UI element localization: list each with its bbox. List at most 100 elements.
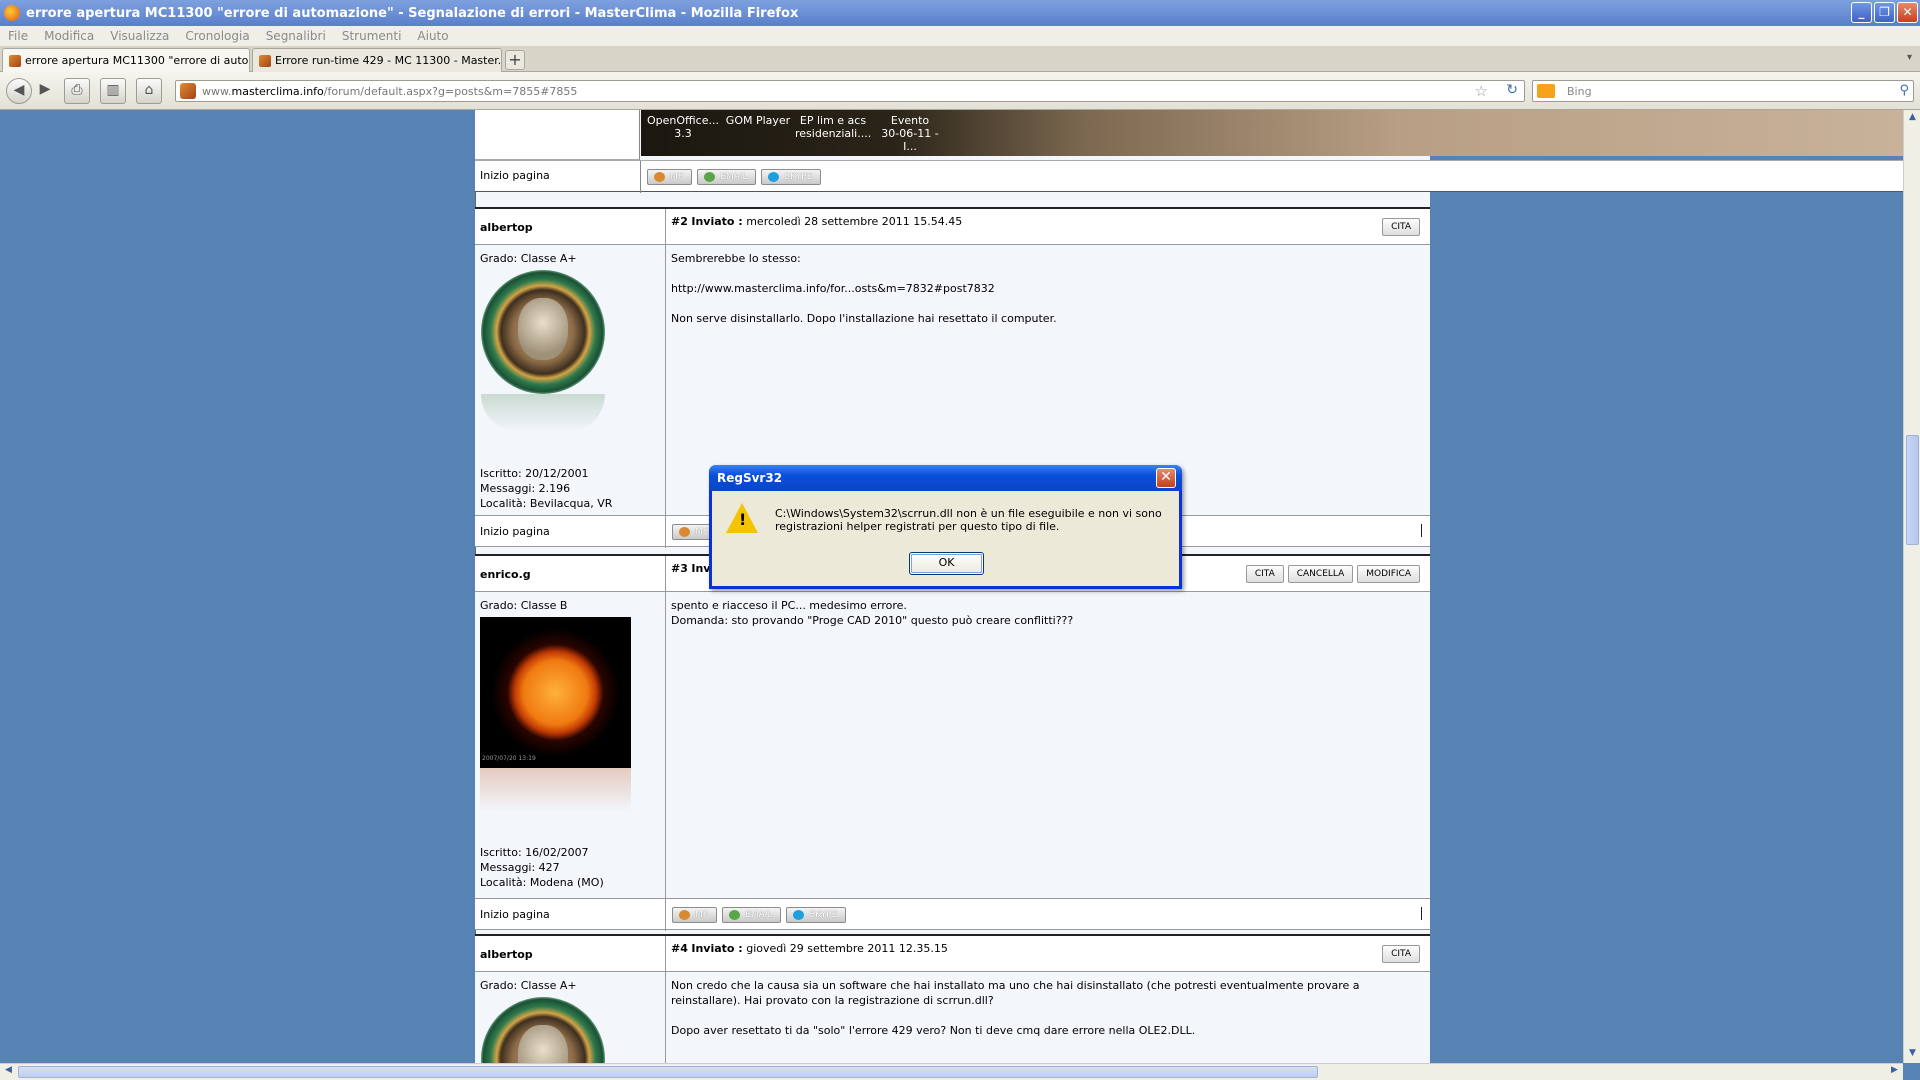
text-cursor xyxy=(1421,524,1422,537)
email-button[interactable]: EMAIL xyxy=(722,907,782,923)
author-joined: Iscritto: 16/02/2007 xyxy=(480,846,589,859)
back-to-top-link[interactable]: Inizio pagina xyxy=(480,525,550,538)
menu-modifica[interactable]: Modifica xyxy=(44,29,94,43)
print-button[interactable]: ⎙ xyxy=(64,78,90,104)
window-controls: _ ❐ ✕ xyxy=(1851,2,1918,23)
post-number: #3 xyxy=(671,562,688,575)
stats-button[interactable]: ▥ xyxy=(100,78,126,104)
quote-button[interactable]: CITA xyxy=(1382,218,1420,236)
menu-visualizza[interactable]: Visualizza xyxy=(110,29,169,43)
forward-button[interactable]: ▶ xyxy=(32,78,58,104)
reload-icon[interactable]: ↻ xyxy=(1506,82,1518,98)
dialog-title: RegSvr32 xyxy=(709,465,1182,491)
skype-button[interactable]: SKYPE xyxy=(761,169,822,185)
divider xyxy=(665,899,666,931)
dialog-message: C:\Windows\System32\scrrun.dll non è un … xyxy=(775,507,1162,533)
menu-file[interactable]: File xyxy=(8,29,28,43)
author-grade: Grado: Classe A+ xyxy=(480,252,577,265)
contact-buttons: MP EMAIL SKYPE xyxy=(672,907,847,923)
menu-bar: File Modifica Visualizza Cronologia Segn… xyxy=(0,26,1920,46)
contact-buttons: MP EMAIL SKYPE xyxy=(647,169,822,185)
back-to-top-link[interactable]: Inizio pagina xyxy=(480,169,550,182)
avatar-reflection xyxy=(480,768,631,812)
pm-button[interactable]: MP xyxy=(647,169,693,185)
pm-button[interactable]: MP xyxy=(672,907,718,923)
post-author[interactable]: enrico.g xyxy=(480,568,531,581)
new-tab-button[interactable]: + xyxy=(505,50,525,70)
delete-button[interactable]: CANCELLA xyxy=(1287,565,1354,583)
quote-button[interactable]: CITA xyxy=(1245,565,1284,583)
close-window-button[interactable]: ✕ xyxy=(1897,2,1918,23)
firefox-icon xyxy=(4,5,20,21)
menu-aiuto[interactable]: Aiuto xyxy=(417,29,448,43)
scroll-left-icon[interactable]: ◀ xyxy=(2,1065,15,1078)
url-prefix: www. xyxy=(202,84,232,98)
minimize-button[interactable]: _ xyxy=(1851,2,1872,23)
post-body: Grado: Classe A+ Non credo che la causa … xyxy=(475,972,1430,1063)
post-footer-row: Inizio pagina MP EMAIL SKYPE xyxy=(475,898,1430,931)
post-body: Grado: Classe B 2007/07/20 13:19 Iscritt… xyxy=(475,592,1430,898)
warning-mark: ! xyxy=(739,510,747,529)
bing-engine-icon[interactable] xyxy=(1537,84,1555,98)
url-bar[interactable]: www. masterclima.info/forum/default.aspx?… xyxy=(175,80,1525,102)
menu-strumenti[interactable]: Strumenti xyxy=(342,29,402,43)
post-text: spento e riacceso il PC... medesimo erro… xyxy=(671,598,1416,628)
banner-tile-openoffice[interactable]: OpenOffice... 3.3 xyxy=(647,114,719,140)
ok-button[interactable]: OK xyxy=(909,552,984,575)
author-profile: Grado: Classe A+ xyxy=(480,978,660,1063)
banner-tile-gom-player[interactable]: GOM Player xyxy=(723,114,793,127)
post-header: albertop #2 Inviato : mercoledì 28 sette… xyxy=(475,209,1430,245)
email-button[interactable]: EMAIL xyxy=(697,169,757,185)
post-footer-row: Inizio pagina MP EMAIL SKYPE xyxy=(475,160,1903,193)
menu-segnalibri[interactable]: Segnalibri xyxy=(266,29,326,43)
post-actions: CITA xyxy=(1382,945,1420,963)
author-profile: Grado: Classe A+ Iscritto: 20/12/2001 Me… xyxy=(480,251,660,511)
post-text: Sembrerebbe lo stesso: http://www.master… xyxy=(671,251,1416,341)
skype-button[interactable]: SKYPE xyxy=(786,907,847,923)
post-link[interactable]: http://www.masterclima.info/for...osts&m… xyxy=(671,281,1416,296)
tab-label: Errore run-time 429 - MC 11300 - Master.… xyxy=(275,54,502,67)
url-path: /forum/default.aspx?g=posts&m=7855#7855 xyxy=(323,84,578,98)
tab-list-icon[interactable]: ▾ xyxy=(1907,52,1912,63)
avatar-reflection xyxy=(481,394,605,432)
post-actions: CITA CANCELLA MODIFICA xyxy=(1245,565,1420,583)
warning-icon: ! xyxy=(726,503,758,533)
home-button[interactable]: ⌂ xyxy=(136,78,162,104)
author-joined: Iscritto: 20/12/2001 xyxy=(480,467,589,480)
scroll-right-icon[interactable]: ▶ xyxy=(1888,1065,1901,1078)
horizontal-scrollbar[interactable]: ◀ ▶ xyxy=(0,1063,1903,1080)
navigation-toolbar: ◀ ▶ ⎙ ▥ ⌂ www. masterclima.info/forum/def… xyxy=(0,72,1920,110)
divider xyxy=(640,161,641,193)
tab-errore-runtime[interactable]: Errore run-time 429 - MC 11300 - Master.… xyxy=(252,48,502,72)
back-button[interactable]: ◀ xyxy=(6,78,32,104)
post-text: Non credo che la causa sia un software c… xyxy=(671,978,1416,1053)
post-number: #4 xyxy=(671,942,688,955)
tab-errore-apertura[interactable]: errore apertura MC11300 "errore di auto.… xyxy=(2,48,250,72)
vertical-scrollbar[interactable]: ▲ ▼ xyxy=(1903,110,1920,1063)
dialog-close-button[interactable]: ✕ xyxy=(1156,468,1176,488)
quote-button[interactable]: CITA xyxy=(1382,945,1420,963)
post-date: giovedì 29 settembre 2011 12.35.15 xyxy=(746,942,948,955)
post-author[interactable]: albertop xyxy=(480,948,533,961)
banner-tile-ep-lim[interactable]: EP lim e acs residenziali.... xyxy=(795,114,871,140)
banner-tile-evento[interactable]: Evento 30-06-11 - I... xyxy=(873,114,947,153)
site-identity-icon[interactable] xyxy=(180,83,196,99)
masterclima-favicon xyxy=(9,54,21,67)
post-author[interactable]: albertop xyxy=(480,221,533,234)
scroll-down-icon[interactable]: ▼ xyxy=(1906,1048,1919,1061)
divider xyxy=(665,245,666,515)
post-paragraph: Domanda: sto provando "Proge CAD 2010" q… xyxy=(671,614,1074,627)
back-to-top-link[interactable]: Inizio pagina xyxy=(480,908,550,921)
vertical-scroll-thumb[interactable] xyxy=(1906,435,1919,545)
edit-button[interactable]: MODIFICA xyxy=(1357,565,1420,583)
bookmark-star-icon[interactable]: ☆ xyxy=(1475,82,1488,100)
divider xyxy=(665,556,666,592)
scroll-up-icon[interactable]: ▲ xyxy=(1906,112,1919,125)
menu-cronologia[interactable]: Cronologia xyxy=(185,29,249,43)
forum-post: enrico.g #3 Inviato CITA CANCELLA MODIFI… xyxy=(475,554,1430,934)
post-paragraph: Sembrerebbe lo stesso: xyxy=(671,252,801,265)
search-bar[interactable]: Bing ⚲ xyxy=(1532,80,1914,102)
search-icon[interactable]: ⚲ xyxy=(1899,83,1909,98)
horizontal-scroll-thumb[interactable] xyxy=(18,1066,1318,1078)
restore-button[interactable]: ❐ xyxy=(1874,2,1895,23)
